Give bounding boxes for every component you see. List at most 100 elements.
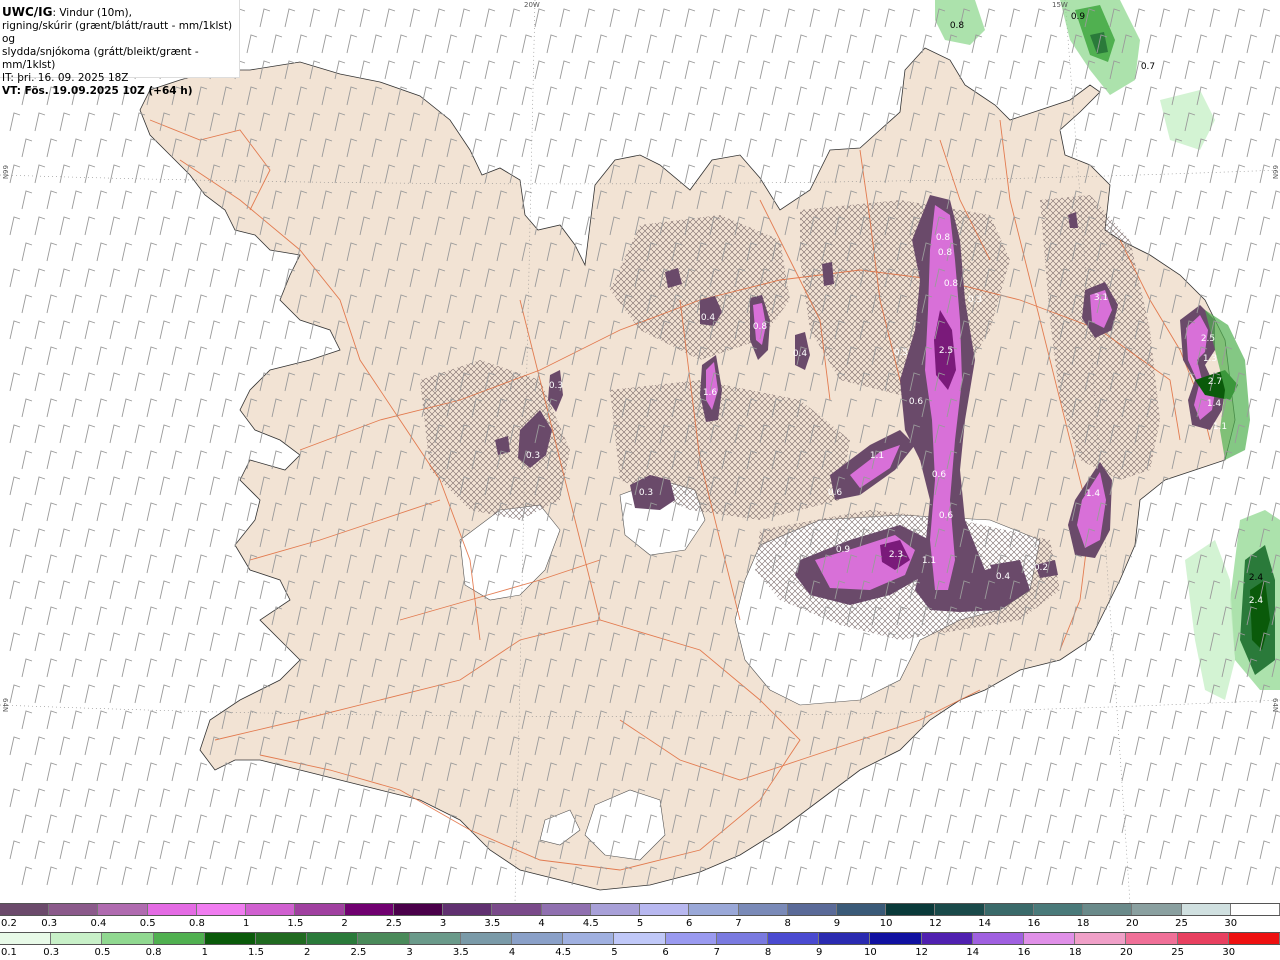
rain-scale-swatch (307, 933, 359, 944)
snow-scale-swatch (393, 904, 444, 915)
rain-scale-label: 4.5 (555, 947, 572, 958)
snow-scale-label: 6 (686, 918, 693, 929)
snow-scale-swatch (1083, 904, 1133, 915)
precip-label: 0.2 (1034, 563, 1048, 573)
snow-scale-label: 16 (1027, 918, 1041, 929)
precip-label: 0.8 (944, 279, 959, 289)
snow-scale-label: 25 (1175, 918, 1188, 929)
rain-scale-label: 4 (508, 947, 516, 958)
rain-scale-swatch (1075, 933, 1127, 944)
precip-label: 0.4 (793, 349, 808, 359)
rain-scale-swatch (563, 933, 615, 944)
snow-scale-swatch (738, 904, 788, 915)
snow-color-scale (0, 903, 1280, 916)
map-title-block: UWC/IG: Vindur (10m), rigning/skúrir (gr… (0, 0, 240, 97)
precip-label: 0.3 (639, 488, 653, 498)
snow-scale-label: 1.5 (287, 918, 304, 929)
rain-scale-label: 8 (764, 947, 772, 958)
precip-label: 1.4 (1207, 399, 1222, 409)
snow-scale-swatch (590, 904, 641, 915)
snow-scale-label: 0.5 (139, 918, 156, 929)
rain-scale-label: 10 (864, 947, 877, 958)
precip-label: 1.1 (922, 556, 936, 566)
issue-time: IT: þri. 16. 09. 2025 18Z (2, 72, 129, 84)
rain-scale-swatch (1228, 933, 1280, 944)
snow-scale-label: 0.4 (90, 918, 107, 929)
snow-scale-label: 18 (1076, 918, 1090, 929)
precip-label: 0.8 (753, 322, 768, 332)
rain-scale-label: 3.5 (452, 947, 469, 958)
precip-label: 0.3 (526, 451, 540, 461)
rain-scale-swatch (204, 933, 257, 944)
rain-scale-label: 9 (816, 947, 823, 958)
rain-scale-labels: 0.1 0.3 0.5 0.8 1 1.5 2 2.5 3 3.5 4 4.5 5 6 7 8 9 10 12 14 1… (0, 947, 1280, 959)
snow-scale-swatch (49, 904, 99, 915)
rain-color-scale (0, 932, 1280, 945)
snow-scale-swatch (344, 904, 394, 915)
rain-scale-swatch (153, 933, 205, 944)
rain-scale-swatch (409, 933, 461, 944)
precip-label: 1.4 (1086, 489, 1101, 499)
rain-scale-label: 12 (915, 947, 928, 958)
snow-scale-label: 9 (833, 918, 841, 929)
rain-scale-label: 0.1 (1, 947, 17, 958)
rain-scale-label: 14 (966, 947, 980, 958)
rain-scale-label: 16 (1017, 947, 1031, 958)
precip-label: 0.8 (936, 233, 951, 243)
precip-label: 0.8 (938, 248, 953, 258)
map-canvas: 0.8 0.8 0.8 0.3 0.5 2.5 0.6 1.1 0.6 0.6 … (0, 0, 1280, 903)
valid-time: VT: Fös. 19.09.2025 10Z (+64 h) (2, 85, 193, 97)
rain-scale-label: 0.5 (94, 947, 111, 958)
rain-scale-swatch (921, 933, 973, 944)
snow-scale-swatch (541, 904, 591, 915)
snow-scale-labels: 0.2 0.3 0.4 0.5 0.8 1 1.5 2 2.5 3 3.5 4 4.5 5 6 7 8 9 10 12… (0, 918, 1280, 930)
precip-label: 0.6 (932, 470, 947, 480)
rain-scale-label: 18 (1068, 947, 1082, 958)
rain-scale-label: 7 (713, 947, 720, 958)
snow-scale-label: 0.2 (1, 918, 17, 929)
rain-scale-swatch (665, 933, 717, 944)
snow-scale-label: 8 (784, 918, 791, 929)
snow-scale-label: 2 (341, 918, 348, 929)
lon-label-15w: 15W (1052, 1, 1068, 9)
snow-scale-swatch (886, 904, 936, 915)
snow-scale-swatch (640, 904, 690, 915)
lat-label-66n-right: 66N (1271, 165, 1279, 180)
snow-scale-label: 14 (978, 918, 991, 929)
precip-label: 0.3 (968, 295, 982, 305)
rain-scale-swatch (256, 933, 308, 944)
rain-scale-swatch (1126, 933, 1178, 944)
snow-scale-swatch (935, 904, 985, 915)
snow-scale-swatch (492, 904, 542, 915)
snow-scale-swatch (1033, 904, 1084, 915)
snow-scale-label: 4.5 (582, 918, 599, 929)
rain-scale-swatch (614, 933, 666, 944)
precip-label: 1.1 (870, 451, 884, 461)
precip-label: 0.9 (836, 545, 851, 555)
lat-label-64n-right: 64N (1271, 698, 1279, 713)
rain-scale-label: 2 (304, 947, 311, 958)
snow-scale-swatch (98, 904, 148, 915)
color-legend: 0.2 0.3 0.4 0.5 0.8 1 1.5 2 2.5 3 3.5 4 4.5 5 6 7 8 9 10 12… (0, 903, 1280, 960)
snow-scale-swatch (1132, 904, 1182, 915)
precip-label: 0.5 (894, 348, 908, 358)
snow-scale-label: 1 (242, 918, 250, 929)
precip-label: 3.1 (1094, 293, 1108, 303)
rain-scale-label: 30 (1222, 947, 1236, 958)
precip-label: 2.4 (1249, 596, 1264, 606)
snow-scale-swatch (1230, 904, 1280, 915)
lon-label-20w: 20W (524, 1, 540, 9)
rain-scale-swatch (0, 933, 52, 944)
precip-label: 0.6 (939, 511, 954, 521)
snow-scale-swatch (0, 904, 50, 915)
rain-scale-swatch (768, 933, 820, 944)
precip-label: 1.3 (1203, 354, 1217, 364)
snow-scale-label: 3 (439, 918, 447, 929)
rain-scale-swatch (102, 933, 154, 944)
rain-scale-swatch (870, 933, 922, 944)
snow-scale-label: 7 (735, 918, 742, 929)
snow-scale-swatch (984, 904, 1034, 915)
snow-scale-label: 10 (879, 918, 893, 929)
precip-label: 0.7 (1141, 62, 1155, 72)
snow-scale-swatch (787, 904, 837, 915)
